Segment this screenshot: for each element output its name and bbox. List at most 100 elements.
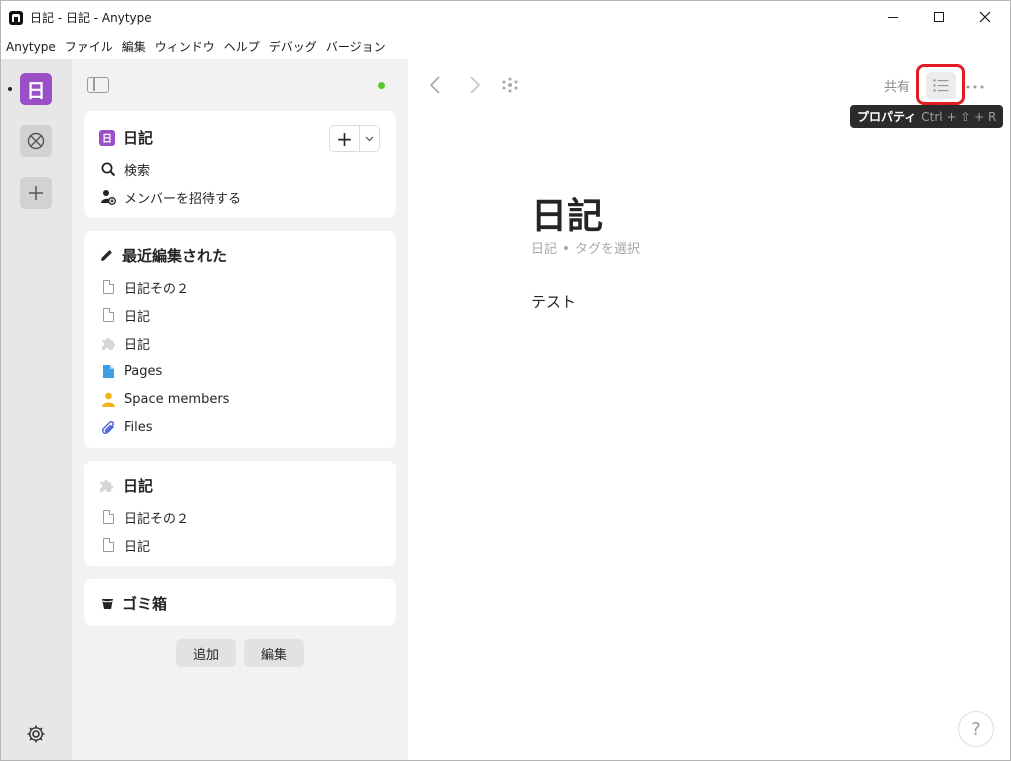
chevron-right-icon <box>470 76 481 94</box>
trash-widget[interactable]: ゴミ箱 <box>84 579 396 626</box>
space-badge: 日 <box>99 129 115 146</box>
trash-title: ゴミ箱 <box>122 595 168 613</box>
chevron-down-icon <box>365 136 374 141</box>
invite-label: メンバーを招待する <box>124 191 242 207</box>
recent-item-label: 日記その２ <box>124 281 190 297</box>
trash-icon <box>99 596 115 612</box>
space-button-nikki[interactable]: 日 <box>20 73 52 105</box>
sidebar: 日 日記 + 検索 メンバーを招待する 最近編集された 日記その２ 日記 日記 … <box>72 59 408 760</box>
list-icon <box>933 79 949 92</box>
add-widget-button[interactable]: 追加 <box>176 639 236 667</box>
menu-anytype[interactable]: Anytype <box>6 40 56 54</box>
gear-icon <box>27 725 45 743</box>
paperclip-icon <box>100 419 116 435</box>
window-title: 日記 - 日記 - Anytype <box>30 11 152 25</box>
tooltip-label: プロパティ <box>857 110 917 124</box>
gallery-button[interactable] <box>20 125 52 157</box>
properties-highlight <box>916 64 965 105</box>
recent-item-label: Space members <box>124 391 230 407</box>
graph-icon <box>502 77 518 93</box>
active-space-indicator <box>8 87 12 91</box>
menu-version[interactable]: バージョン <box>326 38 386 55</box>
object-type[interactable]: 日記 <box>531 238 557 257</box>
recent-item[interactable]: 日記その２ <box>100 277 189 297</box>
search-row[interactable]: 検索 <box>100 159 150 179</box>
menu-bar: Anytype ファイル 編集 ウィンドウ ヘルプ デバッグ バージョン <box>1 34 1010 59</box>
edit-widgets-button[interactable]: 編集 <box>244 639 304 667</box>
back-button[interactable] <box>429 75 440 99</box>
add-space-button[interactable] <box>20 177 52 209</box>
create-object-control: + <box>329 125 380 152</box>
sidebar-toggle-icon[interactable] <box>87 77 109 93</box>
nikki-widget-title: 日記 <box>123 477 154 495</box>
menu-window[interactable]: ウィンドウ <box>155 38 215 55</box>
space-rail: 日 <box>1 59 72 760</box>
page-meta: 日記 タグを選択 <box>531 238 640 257</box>
nikki-widget-header[interactable]: 日記 <box>99 475 153 496</box>
chevron-left-icon <box>429 76 440 94</box>
create-object-dropdown[interactable] <box>360 126 379 151</box>
menu-file[interactable]: ファイル <box>65 38 113 55</box>
close-icon <box>979 11 991 23</box>
page-title[interactable]: 日記 <box>531 187 603 239</box>
recent-widget: 最近編集された 日記その２ 日記 日記 Pages Space members … <box>84 231 396 448</box>
trash-header: ゴミ箱 <box>99 593 167 614</box>
menu-edit[interactable]: 編集 <box>122 38 146 55</box>
recent-item[interactable]: Pages <box>100 361 162 381</box>
meta-separator <box>564 245 569 250</box>
puzzle-icon <box>100 335 116 351</box>
create-object-button[interactable]: + <box>330 126 360 151</box>
menu-debug[interactable]: デバッグ <box>269 38 317 55</box>
recent-item-label: Files <box>124 419 153 435</box>
recent-header[interactable]: 最近編集された <box>99 245 227 266</box>
recent-item-label: Pages <box>124 363 163 379</box>
recent-item-label: 日記 <box>124 309 151 325</box>
widget-item-label: 日記 <box>124 539 151 555</box>
puzzle-icon <box>99 478 115 494</box>
document-icon <box>100 279 116 295</box>
plus-icon <box>29 186 43 200</box>
document-icon <box>100 509 116 525</box>
space-name: 日記 <box>123 129 154 147</box>
document-icon <box>100 537 116 553</box>
space-card: 日 日記 + 検索 メンバーを招待する <box>84 111 396 218</box>
space-header[interactable]: 日 日記 <box>99 127 153 148</box>
minimize-icon <box>888 16 898 18</box>
menu-help[interactable]: ヘルプ <box>224 38 260 55</box>
share-button[interactable]: 共有 <box>884 76 910 95</box>
tooltip-shortcut: Ctrl + ⇧ + R <box>921 109 997 124</box>
app-window: 日記 - 日記 - Anytype Anytype ファイル 編集 ウィンドウ … <box>0 0 1011 761</box>
maximize-icon <box>934 12 944 22</box>
recent-item[interactable]: 日記 <box>100 333 150 353</box>
widget-item-label: 日記その２ <box>124 511 190 527</box>
help-button[interactable]: ? <box>958 711 994 747</box>
search-icon <box>100 161 116 177</box>
tag-select[interactable]: タグを選択 <box>575 238 640 257</box>
close-button[interactable] <box>962 1 1008 33</box>
settings-button[interactable] <box>23 721 49 747</box>
maximize-button[interactable] <box>916 1 962 33</box>
editor-area: 共有 プロパティ Ctrl + ⇧ + R 日記 日記 タグを選択 テスト ? <box>408 59 1010 760</box>
document-icon <box>100 307 116 323</box>
properties-button[interactable] <box>926 72 956 99</box>
title-bar: 日記 - 日記 - Anytype <box>1 1 1010 34</box>
recent-item[interactable]: 日記 <box>100 305 150 325</box>
minimize-button[interactable] <box>870 1 916 33</box>
more-options-button[interactable] <box>966 74 984 93</box>
widget-item[interactable]: 日記その２ <box>100 507 189 527</box>
add-member-icon <box>100 189 116 205</box>
online-status-dot <box>378 82 385 89</box>
page-body-text[interactable]: テスト <box>531 291 576 312</box>
person-icon <box>100 391 116 407</box>
recent-item-label: 日記 <box>124 337 151 353</box>
forward-button[interactable] <box>470 75 481 99</box>
pencil-icon <box>99 248 115 264</box>
search-label: 検索 <box>124 163 151 179</box>
recent-item[interactable]: Files <box>100 417 153 437</box>
recent-item[interactable]: Space members <box>100 389 229 409</box>
graph-view-button[interactable] <box>502 77 518 93</box>
widget-item[interactable]: 日記 <box>100 535 150 555</box>
invite-members-row[interactable]: メンバーを招待する <box>100 187 241 207</box>
page-blue-icon <box>100 363 116 379</box>
gallery-icon <box>27 132 45 150</box>
